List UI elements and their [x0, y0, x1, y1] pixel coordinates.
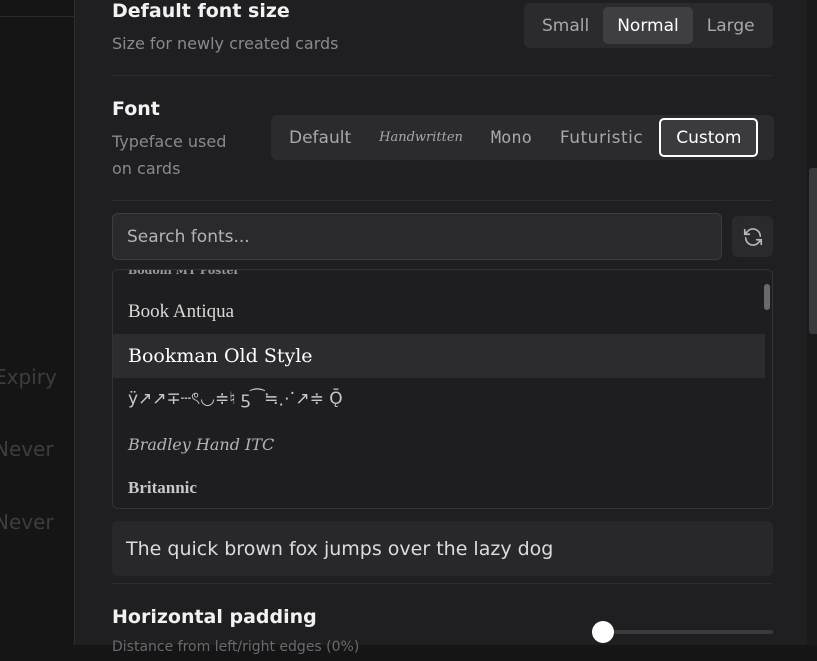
horizontal-padding-title: Horizontal padding [112, 606, 317, 628]
background-never-cell: Never [0, 437, 54, 461]
font-description-line: Typeface used [112, 132, 227, 151]
font-size-description: Size for newly created cards [112, 34, 339, 53]
font-list-scrollbar[interactable] [764, 284, 770, 310]
refresh-fonts-button[interactable] [732, 216, 773, 257]
font-title: Font [112, 98, 160, 120]
refresh-icon [743, 227, 762, 246]
settings-panel: Default font size Size for newly created… [74, 0, 808, 655]
horizontal-padding-description: Distance from left/right edges (0%) [112, 639, 360, 655]
search-fonts-input[interactable] [112, 213, 722, 260]
font-size-option-normal[interactable]: Normal [603, 7, 693, 44]
font-size-title: Default font size [112, 0, 290, 22]
horizontal-padding-slider-track[interactable] [601, 630, 773, 634]
section-divider [112, 200, 772, 201]
font-description-line: on cards [112, 159, 181, 178]
font-option-default[interactable]: Default [275, 118, 365, 157]
section-divider [112, 583, 772, 584]
font-size-option-small[interactable]: Small [528, 7, 603, 44]
font-list-item[interactable]: Bodoni MT Poster [113, 270, 765, 292]
font-option-custom[interactable]: Custom [659, 118, 759, 157]
font-list-item[interactable]: Book Antiqua [113, 290, 765, 334]
font-segmented-control: Default Handwritten Mono Futuristic Cust… [271, 115, 774, 160]
font-list-item-selected[interactable]: Bookman Old Style [113, 334, 765, 378]
panel-scrollbar-thumb[interactable] [809, 168, 817, 334]
font-size-option-large[interactable]: Large [693, 7, 769, 44]
font-preview: The quick brown fox jumps over the lazy … [112, 521, 773, 576]
font-option-futuristic[interactable]: Futuristic [546, 118, 657, 157]
background-divider [0, 16, 74, 17]
font-option-mono[interactable]: Mono [477, 118, 546, 157]
background-expiry-header: Expiry [0, 365, 57, 389]
font-list[interactable]: Bodoni MT Poster Book Antiqua Bookman Ol… [112, 269, 773, 509]
font-size-segmented-control: Small Normal Large [524, 3, 773, 48]
horizontal-padding-slider-thumb[interactable] [592, 621, 614, 643]
font-list-item[interactable]: ÿ↗↗∓┄ৎ◡≑♮ ƽ⁀≒⋰↗≑ Ǭ [113, 378, 765, 422]
background-never-cell: Never [0, 510, 54, 534]
font-option-handwritten[interactable]: Handwritten [365, 118, 477, 157]
font-list-item[interactable]: Bradley Hand ITC [113, 422, 765, 466]
font-description: Typeface used on cards [112, 128, 226, 182]
section-divider [112, 75, 772, 76]
font-list-item[interactable]: Britannic [113, 466, 765, 508]
